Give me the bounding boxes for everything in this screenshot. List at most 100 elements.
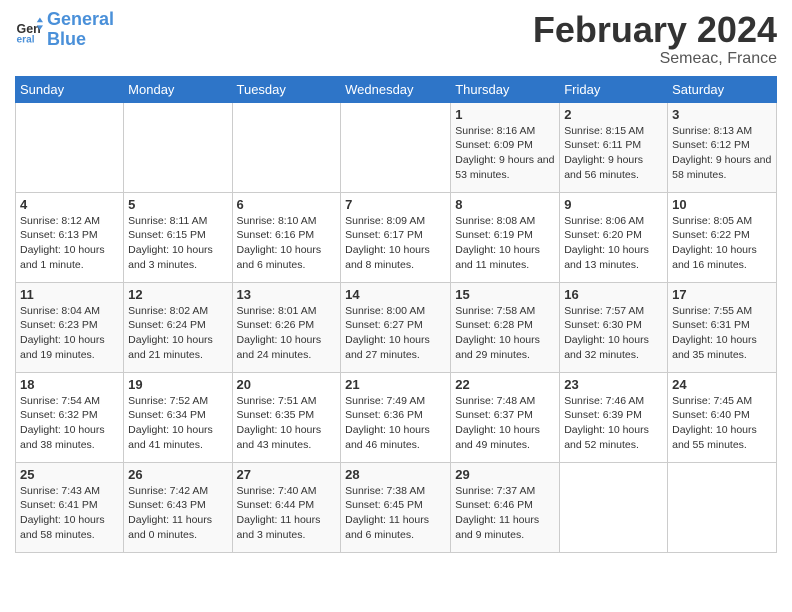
calendar-cell: 26 Sunrise: 7:42 AMSunset: 6:43 PMDayligh… [124,462,232,552]
day-info: Sunrise: 7:43 AMSunset: 6:41 PMDaylight:… [20,484,119,543]
calendar-cell: 13 Sunrise: 8:01 AMSunset: 6:26 PMDayligh… [232,282,341,372]
day-info: Sunrise: 8:13 AMSunset: 6:12 PMDaylight:… [672,124,772,183]
calendar-cell [16,102,124,192]
svg-text:eral: eral [17,34,35,44]
day-number: 19 [128,377,227,392]
day-number: 5 [128,197,227,212]
day-info: Sunrise: 8:05 AMSunset: 6:22 PMDaylight:… [672,214,772,273]
day-number: 22 [455,377,555,392]
calendar-title: February 2024 [533,10,777,50]
day-info: Sunrise: 8:02 AMSunset: 6:24 PMDaylight:… [128,304,227,363]
calendar-cell: 4 Sunrise: 8:12 AMSunset: 6:13 PMDaylight… [16,192,124,282]
logo-text: GeneralBlue [47,10,114,50]
calendar-cell: 27 Sunrise: 7:40 AMSunset: 6:44 PMDayligh… [232,462,341,552]
day-number: 26 [128,467,227,482]
day-number: 9 [564,197,663,212]
day-info: Sunrise: 7:42 AMSunset: 6:43 PMDaylight:… [128,484,227,543]
day-info: Sunrise: 8:04 AMSunset: 6:23 PMDaylight:… [20,304,119,363]
day-number: 21 [345,377,446,392]
calendar-cell [341,102,451,192]
day-number: 17 [672,287,772,302]
day-info: Sunrise: 7:40 AMSunset: 6:44 PMDaylight:… [237,484,337,543]
calendar-cell: 7 Sunrise: 8:09 AMSunset: 6:17 PMDaylight… [341,192,451,282]
day-number: 20 [237,377,337,392]
page-header: Gen eral GeneralBlue February 2024 Semea… [15,10,777,68]
day-info: Sunrise: 7:52 AMSunset: 6:34 PMDaylight:… [128,394,227,453]
calendar-cell: 23 Sunrise: 7:46 AMSunset: 6:39 PMDayligh… [560,372,668,462]
day-number: 12 [128,287,227,302]
calendar-subtitle: Semeac, France [533,50,777,68]
logo: Gen eral GeneralBlue [15,10,114,50]
calendar-cell: 18 Sunrise: 7:54 AMSunset: 6:32 PMDayligh… [16,372,124,462]
calendar-cell: 16 Sunrise: 7:57 AMSunset: 6:30 PMDayligh… [560,282,668,372]
calendar-cell: 19 Sunrise: 7:52 AMSunset: 6:34 PMDayligh… [124,372,232,462]
calendar-cell: 1Sunrise: 8:16 AMSunset: 6:09 PMDaylight… [451,102,560,192]
calendar-cell: 9 Sunrise: 8:06 AMSunset: 6:20 PMDaylight… [560,192,668,282]
calendar-cell: 20 Sunrise: 7:51 AMSunset: 6:35 PMDayligh… [232,372,341,462]
calendar-week-1: 1Sunrise: 8:16 AMSunset: 6:09 PMDaylight… [16,102,777,192]
day-info: Sunrise: 8:06 AMSunset: 6:20 PMDaylight:… [564,214,663,273]
day-number: 18 [20,377,119,392]
logo-icon: Gen eral [15,16,43,44]
day-number: 29 [455,467,555,482]
day-number: 7 [345,197,446,212]
calendar-cell: 24 Sunrise: 7:45 AMSunset: 6:40 PMDayligh… [668,372,777,462]
calendar-cell: 11 Sunrise: 8:04 AMSunset: 6:23 PMDayligh… [16,282,124,372]
calendar-week-5: 25Sunrise: 7:43 AMSunset: 6:41 PMDayligh… [16,462,777,552]
day-info: Sunrise: 7:54 AMSunset: 6:32 PMDaylight:… [20,394,119,453]
day-number: 27 [237,467,337,482]
day-info: Sunrise: 7:45 AMSunset: 6:40 PMDaylight:… [672,394,772,453]
calendar-cell [668,462,777,552]
day-number: 2 [564,107,663,122]
calendar-week-2: 4 Sunrise: 8:12 AMSunset: 6:13 PMDaylight… [16,192,777,282]
day-info: Sunrise: 7:58 AMSunset: 6:28 PMDaylight:… [455,304,555,363]
day-info: Sunrise: 7:57 AMSunset: 6:30 PMDaylight:… [564,304,663,363]
calendar-cell [124,102,232,192]
calendar-cell: 2 Sunrise: 8:15 AMSunset: 6:11 PMDaylight… [560,102,668,192]
col-sunday: Sunday [16,76,124,102]
day-info: Sunrise: 8:08 AMSunset: 6:19 PMDaylight:… [455,214,555,273]
day-number: 15 [455,287,555,302]
day-number: 8 [455,197,555,212]
day-info: Sunrise: 7:37 AMSunset: 6:46 PMDaylight:… [455,484,555,543]
day-info: Sunrise: 8:00 AMSunset: 6:27 PMDaylight:… [345,304,446,363]
day-info: Sunrise: 8:15 AMSunset: 6:11 PMDaylight:… [564,124,663,183]
calendar-week-4: 18 Sunrise: 7:54 AMSunset: 6:32 PMDayligh… [16,372,777,462]
day-number: 4 [20,197,119,212]
day-number: 6 [237,197,337,212]
col-thursday: Thursday [451,76,560,102]
calendar-cell: 28Sunrise: 7:38 AMSunset: 6:45 PMDayligh… [341,462,451,552]
day-number: 10 [672,197,772,212]
day-info: Sunrise: 7:55 AMSunset: 6:31 PMDaylight:… [672,304,772,363]
calendar-cell: 5 Sunrise: 8:11 AMSunset: 6:15 PMDaylight… [124,192,232,282]
day-number: 13 [237,287,337,302]
day-info: Sunrise: 7:48 AMSunset: 6:37 PMDaylight:… [455,394,555,453]
day-info: Sunrise: 8:11 AMSunset: 6:15 PMDaylight:… [128,214,227,273]
col-wednesday: Wednesday [341,76,451,102]
day-number: 24 [672,377,772,392]
calendar-cell: 22 Sunrise: 7:48 AMSunset: 6:37 PMDayligh… [451,372,560,462]
calendar-cell: 14Sunrise: 8:00 AMSunset: 6:27 PMDayligh… [341,282,451,372]
calendar-cell: 17 Sunrise: 7:55 AMSunset: 6:31 PMDayligh… [668,282,777,372]
day-info: Sunrise: 8:12 AMSunset: 6:13 PMDaylight:… [20,214,119,273]
day-info: Sunrise: 8:16 AMSunset: 6:09 PMDaylight:… [455,124,555,183]
day-info: Sunrise: 7:49 AMSunset: 6:36 PMDaylight:… [345,394,446,453]
day-number: 16 [564,287,663,302]
day-number: 23 [564,377,663,392]
day-info: Sunrise: 8:01 AMSunset: 6:26 PMDaylight:… [237,304,337,363]
title-block: February 2024 Semeac, France [533,10,777,68]
day-number: 3 [672,107,772,122]
calendar-cell: 12 Sunrise: 8:02 AMSunset: 6:24 PMDayligh… [124,282,232,372]
day-info: Sunrise: 7:46 AMSunset: 6:39 PMDaylight:… [564,394,663,453]
calendar-week-3: 11 Sunrise: 8:04 AMSunset: 6:23 PMDayligh… [16,282,777,372]
calendar-cell: 25Sunrise: 7:43 AMSunset: 6:41 PMDayligh… [16,462,124,552]
day-number: 11 [20,287,119,302]
col-saturday: Saturday [668,76,777,102]
calendar-table: Sunday Monday Tuesday Wednesday Thursday… [15,76,777,553]
col-friday: Friday [560,76,668,102]
day-info: Sunrise: 7:51 AMSunset: 6:35 PMDaylight:… [237,394,337,453]
day-info: Sunrise: 7:38 AMSunset: 6:45 PMDaylight:… [345,484,446,543]
calendar-cell: 10 Sunrise: 8:05 AMSunset: 6:22 PMDayligh… [668,192,777,282]
day-info: Sunrise: 8:09 AMSunset: 6:17 PMDaylight:… [345,214,446,273]
calendar-cell: 3 Sunrise: 8:13 AMSunset: 6:12 PMDaylight… [668,102,777,192]
